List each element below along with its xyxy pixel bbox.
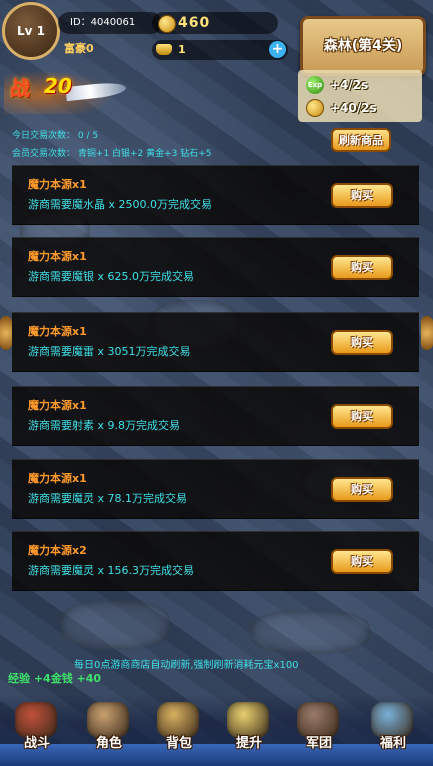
gold-coin-icon [158,15,176,33]
buy-button[interactable]: 购买 [331,255,393,280]
trade-item-desc: 游商需要射素 x 9.8万完成交易 [28,419,180,432]
idle-gain-panel: Exp +4/2s +40/2s [298,70,422,122]
gold-gain-row: +40/2s [306,97,377,119]
ingot-icon [156,44,172,55]
exp-rate: +4/2s [330,78,369,92]
ingot-value: 1 [178,43,186,56]
player-info-bar: Lv 1 ID：4040061 460 富豪0 1 + [0,0,300,60]
trade-row: 魔力本源x1 游商需要魔水晶 x 2500.0万完成交易 购买 [12,165,419,225]
nav-label: 角色 [95,736,122,751]
add-ingot-icon[interactable]: + [269,41,286,58]
buy-button[interactable]: 购买 [331,549,393,574]
exp-icon: Exp [306,76,324,94]
trade-row: 魔力本源x1 游商需要魔雷 x 3051万完成交易 购买 [12,312,419,372]
player-id-text: ID：4040061 [70,17,136,28]
daily-trade-count: 今日交易次数： 0 / 5 [12,131,99,141]
player-id: ID：4040061 [58,12,162,34]
trade-item-title: 魔力本源x1 [28,399,87,412]
nav-item-2[interactable]: 背包 [148,700,210,760]
map-title: 森林(第4关) [323,38,403,54]
coin-icon [306,99,324,117]
refresh-goods-button[interactable]: 刷新商品 [331,128,391,152]
ingot-display: 1 + [152,40,288,60]
level-badge[interactable]: Lv 1 [2,2,60,60]
level-label: Lv 1 [17,24,45,38]
power-char: 战 [10,76,30,100]
nav-label: 背包 [165,736,192,751]
trade-item-desc: 游商需要魔雷 x 3051万完成交易 [28,345,191,358]
trade-item-title: 魔力本源x2 [28,544,87,557]
buy-button[interactable]: 购买 [331,477,393,502]
nav-label: 战斗 [23,736,50,751]
nav-item-0[interactable]: 战斗 [6,700,68,760]
trade-row: 魔力本源x1 游商需要射素 x 9.8万完成交易 购买 [12,386,419,446]
exp-gain-row: Exp +4/2s [306,74,368,96]
trade-item-desc: 游商需要魔灵 x 78.1万完成交易 [28,492,187,505]
power-value: 20 [44,74,72,98]
trade-row: 魔力本源x1 游商需要魔灵 x 78.1万完成交易 购买 [12,459,419,519]
trade-row: 魔力本源x1 游商需要魔银 x 625.0万完成交易 购买 [12,237,419,297]
nav-item-3[interactable]: 提升 [218,700,280,760]
member-trade-count: 会员交易次数： 青铜+1 白银+2 黄金+3 钻石+5 [12,149,212,159]
nav-label: 提升 [235,736,262,751]
gold-rate: +40/2s [330,101,377,115]
refresh-notice: 每日0点游商商店自动刷新,强制刷新消耗元宝x100 [74,660,299,671]
nav-label: 军团 [305,736,332,751]
trade-item-title: 魔力本源x1 [28,250,87,263]
buy-button[interactable]: 购买 [331,183,393,208]
nav-label: 福利 [379,736,406,751]
buy-button[interactable]: 购买 [331,404,393,429]
trade-item-title: 魔力本源x1 [28,178,87,191]
combat-power: 战 20 [4,66,128,114]
nav-item-4[interactable]: 军团 [288,700,350,760]
trade-item-desc: 游商需要魔灵 x 156.3万完成交易 [28,564,194,577]
right-ornament-icon [421,316,433,350]
nav-item-1[interactable]: 角色 [78,700,140,760]
trade-item-desc: 游商需要魔水晶 x 2500.0万完成交易 [28,198,212,211]
buy-button[interactable]: 购买 [331,330,393,355]
trade-row: 魔力本源x2 游商需要魔灵 x 156.3万完成交易 购买 [12,531,419,591]
bg-stone [250,610,370,654]
gold-display: 460 [152,12,278,34]
map-sign[interactable]: 森林(第4关) [300,16,426,76]
reward-text: 经验 +4金钱 +40 [8,672,102,685]
trade-item-title: 魔力本源x1 [28,325,87,338]
trade-item-desc: 游商需要魔银 x 625.0万完成交易 [28,270,194,283]
gold-value: 460 [178,15,211,31]
trade-item-title: 魔力本源x1 [28,472,87,485]
nav-item-5[interactable]: 福利 [362,700,424,760]
rich-label: 富豪0 [64,42,94,55]
left-ornament-icon [0,316,12,350]
bg-stone [60,600,170,650]
